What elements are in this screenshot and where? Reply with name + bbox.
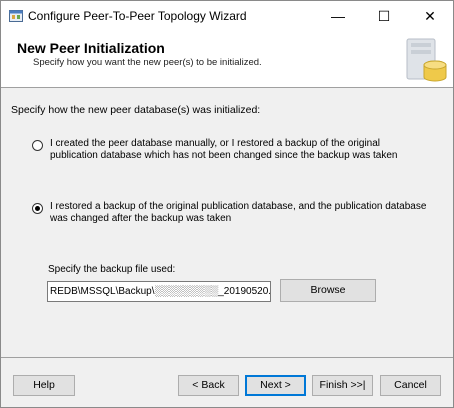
database-graphic-icon bbox=[406, 38, 447, 82]
page-title: New Peer Initialization bbox=[17, 40, 165, 56]
wizard-app-icon bbox=[9, 10, 23, 22]
initialization-prompt: Specify how the new peer database(s) was… bbox=[11, 104, 261, 116]
option-restored-changed[interactable]: I restored a backup of the original publ… bbox=[32, 201, 430, 225]
help-button[interactable]: Help bbox=[13, 375, 75, 396]
option-label: I restored a backup of the original publ… bbox=[50, 201, 427, 224]
window-title: Configure Peer-To-Peer Topology Wizard bbox=[28, 9, 247, 23]
next-button[interactable]: Next > bbox=[245, 375, 306, 396]
wizard-header: New Peer Initialization Specify how you … bbox=[1, 31, 453, 88]
backup-file-label: Specify the backup file used: bbox=[48, 264, 176, 275]
radio-button-unselected[interactable] bbox=[32, 140, 43, 151]
minimize-button[interactable]: — bbox=[315, 1, 361, 31]
wizard-window: Configure Peer-To-Peer Topology Wizard —… bbox=[0, 0, 454, 408]
page-subtitle: Specify how you want the new peer(s) to … bbox=[33, 57, 262, 68]
option-label: I created the peer database manually, or… bbox=[50, 138, 398, 161]
finish-button[interactable]: Finish >>| bbox=[312, 375, 373, 396]
browse-button[interactable]: Browse bbox=[280, 279, 376, 302]
cancel-button[interactable]: Cancel bbox=[380, 375, 441, 396]
backup-file-field[interactable]: REDB\MSSQL\Backup\░░░░░░░░░_20190520.bak bbox=[47, 281, 271, 302]
back-button[interactable]: < Back bbox=[178, 375, 239, 396]
radio-button-selected[interactable] bbox=[32, 203, 43, 214]
option-manual-or-unchanged[interactable]: I created the peer database manually, or… bbox=[32, 138, 430, 162]
maximize-button[interactable]: ☐ bbox=[361, 1, 407, 31]
close-button[interactable]: ✕ bbox=[407, 1, 453, 31]
footer-divider bbox=[1, 357, 453, 358]
title-bar[interactable]: Configure Peer-To-Peer Topology Wizard —… bbox=[1, 1, 453, 31]
